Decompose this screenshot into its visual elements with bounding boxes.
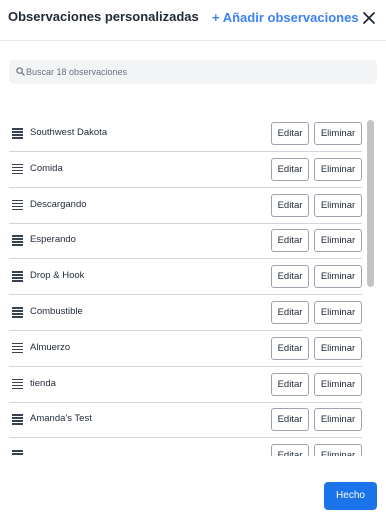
edit-button[interactable]: Editar (271, 193, 309, 217)
list-item: Descargando Editar Eliminar (9, 188, 362, 224)
drag-handle-icon[interactable] (12, 450, 23, 456)
observation-label: Amanda's Test (30, 413, 92, 425)
observation-label: Combustible (30, 306, 83, 317)
list-item: Esperando Editar Eliminar (9, 223, 362, 260)
search-input[interactable] (26, 60, 366, 84)
delete-button[interactable]: Eliminar (314, 336, 362, 360)
drag-handle-icon[interactable] (12, 307, 23, 318)
edit-button[interactable]: Editar (271, 157, 309, 181)
list-item: Combustible Editar Eliminar (9, 295, 362, 331)
drag-handle-icon[interactable] (12, 235, 23, 246)
delete-button[interactable]: Eliminar (314, 372, 362, 396)
list-item: Drop & Hook Editar Eliminar (9, 259, 362, 296)
observation-label: Almuerzo (30, 341, 71, 353)
delete-button[interactable]: Eliminar (314, 193, 362, 217)
delete-button[interactable]: Eliminar (314, 229, 362, 253)
search-box (9, 60, 377, 84)
observation-label: Descargando (30, 198, 87, 210)
drag-handle-icon[interactable] (12, 342, 23, 354)
edit-button[interactable]: Editar (271, 301, 309, 324)
drag-handle-icon[interactable] (12, 199, 23, 211)
edit-button[interactable]: Editar (271, 265, 309, 289)
drag-handle-icon[interactable] (12, 414, 23, 425)
edit-button[interactable]: Editar (271, 444, 309, 456)
delete-button[interactable]: Eliminar (314, 265, 362, 289)
edit-button[interactable]: Editar (271, 336, 309, 360)
close-icon (363, 12, 375, 24)
dialog-title: Observaciones personalizadas (8, 9, 199, 24)
observations-list: Southwest Dakota Editar Eliminar Comida Edit… (0, 116, 386, 456)
scrollbar-thumb[interactable] (367, 120, 374, 287)
edit-button[interactable]: Editar (271, 229, 309, 253)
observation-label: Southwest Dakota (30, 127, 108, 138)
observation-label: tienda (30, 377, 56, 389)
done-button[interactable]: Hecho (324, 482, 377, 510)
delete-button[interactable]: Eliminar (314, 408, 362, 432)
drag-handle-icon[interactable] (12, 163, 23, 175)
list-item: Southwest Dakota Editar Eliminar (9, 116, 362, 152)
drag-handle-icon[interactable] (12, 378, 23, 390)
edit-button[interactable]: Editar (271, 122, 309, 145)
list-item: Comida Editar Eliminar (9, 152, 362, 188)
delete-button[interactable]: Eliminar (314, 157, 362, 181)
list-item: Editar Eliminar (9, 438, 362, 456)
add-observation-button[interactable]: + Añadir observaciones (212, 10, 359, 25)
observation-label: Drop & Hook (30, 270, 85, 282)
close-button[interactable] (360, 9, 378, 27)
observation-label: Comida (30, 162, 63, 174)
delete-button[interactable]: Eliminar (314, 301, 362, 324)
drag-handle-icon[interactable] (12, 128, 23, 139)
edit-button[interactable]: Editar (271, 408, 309, 432)
edit-button[interactable]: Editar (271, 372, 309, 396)
delete-button[interactable]: Eliminar (314, 444, 362, 456)
delete-button[interactable]: Eliminar (314, 122, 362, 145)
list-item: tienda Editar Eliminar (9, 367, 362, 403)
dialog-header: Observaciones personalizadas + Añadir ob… (0, 0, 386, 41)
observation-label: Esperando (30, 234, 76, 246)
search-icon (16, 67, 25, 76)
list-item: Amanda's Test Editar Eliminar (9, 402, 362, 439)
drag-handle-icon[interactable] (12, 271, 23, 282)
list-item: Almuerzo Editar Eliminar (9, 331, 362, 367)
